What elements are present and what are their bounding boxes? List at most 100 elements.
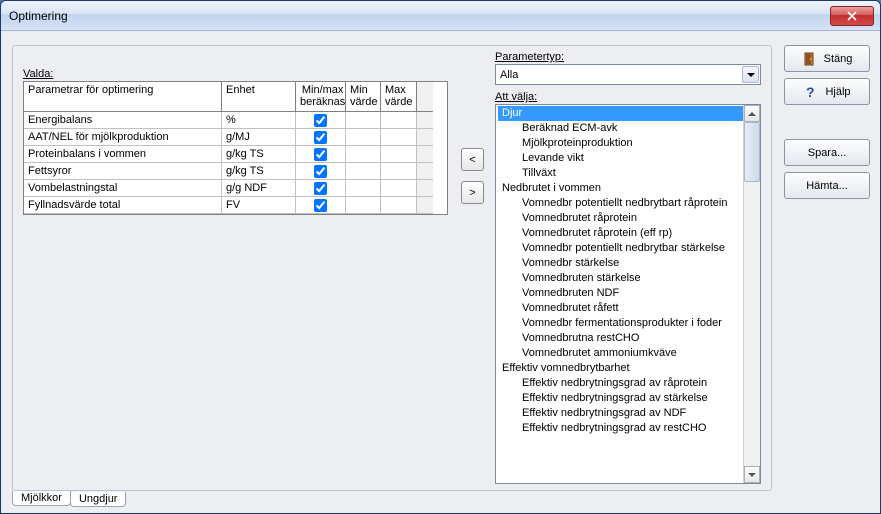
tree-item[interactable]: Vomnedbrutet ammoniumkväve: [498, 346, 758, 361]
cell-param[interactable]: Fyllnadsvärde total: [24, 197, 222, 214]
cell-param[interactable]: Fettsyror: [24, 163, 222, 180]
tree-item[interactable]: Effektiv nedbrytningsgrad av råprotein: [498, 376, 758, 391]
tree-item[interactable]: Effektiv vomnedbrytbarhet: [498, 361, 758, 376]
col-header-minv[interactable]: Min värde: [346, 82, 381, 112]
cell-maxv[interactable]: [381, 146, 417, 163]
tree-item[interactable]: Vomnedbruten NDF: [498, 286, 758, 301]
tab-mjolkkor[interactable]: Mjölkkor: [12, 491, 71, 506]
door-icon: [802, 51, 818, 67]
close-action-button[interactable]: Stäng: [784, 45, 870, 72]
scroll-down-icon[interactable]: [744, 466, 760, 483]
cell-unit[interactable]: FV: [222, 197, 296, 214]
tree-item[interactable]: Vomnedbr fermentationsprodukter i foder: [498, 316, 758, 331]
col-header-minmax[interactable]: Min/max beräknas: [296, 82, 346, 112]
cell-minmax[interactable]: [296, 112, 346, 129]
svg-text:?: ?: [806, 84, 815, 100]
help-button[interactable]: ? Hjälp: [784, 78, 870, 105]
cell-unit[interactable]: g/kg TS: [222, 146, 296, 163]
tree-item[interactable]: Vomnedbruten stärkelse: [498, 271, 758, 286]
cell-minmax[interactable]: [296, 197, 346, 214]
param-type-label: Parametertyp:: [495, 51, 763, 63]
question-icon: ?: [803, 84, 819, 100]
tree-item[interactable]: Levande vikt: [498, 151, 758, 166]
tree-item[interactable]: Vomnedbrutet råprotein: [498, 211, 758, 226]
table-row[interactable]: Fettsyrorg/kg TS: [24, 163, 447, 180]
tree-item[interactable]: Vomnedbrutet råprotein (eff rp): [498, 226, 758, 241]
cell-minv[interactable]: [346, 146, 381, 163]
tree-item[interactable]: Effektiv nedbrytningsgrad av NDF: [498, 406, 758, 421]
cell-param[interactable]: Vombelastningstal: [24, 180, 222, 197]
cell-maxv[interactable]: [381, 163, 417, 180]
cell-scr: [417, 129, 433, 146]
tree-item[interactable]: Vomnedbr potentiellt nedbrytbar stärkels…: [498, 241, 758, 256]
tree-item[interactable]: Beräknad ECM-avk: [498, 121, 758, 136]
tree-item[interactable]: Vomnedbrutet råfett: [498, 301, 758, 316]
titlebar: Optimering: [1, 1, 880, 31]
cell-minv[interactable]: [346, 112, 381, 129]
col-header-param[interactable]: Parametrar för optimering: [24, 82, 222, 112]
save-button[interactable]: Spara...: [784, 139, 870, 166]
cell-maxv[interactable]: [381, 197, 417, 214]
cell-minv[interactable]: [346, 180, 381, 197]
minmax-checkbox[interactable]: [314, 165, 327, 178]
table-row[interactable]: Vombelastningstalg/g NDF: [24, 180, 447, 197]
tree-item[interactable]: Nedbrutet i vommen: [498, 181, 758, 196]
tree-item[interactable]: Vomnedbr stärkelse: [498, 256, 758, 271]
cell-minmax[interactable]: [296, 129, 346, 146]
tree-item[interactable]: Effektiv nedbrytningsgrad av restCHO: [498, 421, 758, 436]
table-row[interactable]: AAT/NEL för mjölkproduktiong/MJ: [24, 129, 447, 146]
cell-unit[interactable]: g/kg TS: [222, 163, 296, 180]
minmax-checkbox[interactable]: [314, 182, 327, 195]
load-button[interactable]: Hämta...: [784, 172, 870, 199]
tree-item[interactable]: Vomnedbrutna restCHO: [498, 331, 758, 346]
table-row[interactable]: Fyllnadsvärde totalFV: [24, 197, 447, 214]
cell-param[interactable]: AAT/NEL för mjölkproduktion: [24, 129, 222, 146]
cell-unit[interactable]: g/g NDF: [222, 180, 296, 197]
minmax-checkbox[interactable]: [314, 131, 327, 144]
cell-minmax[interactable]: [296, 163, 346, 180]
close-button[interactable]: [830, 6, 874, 26]
minmax-checkbox[interactable]: [314, 148, 327, 161]
tree-item[interactable]: Effektiv nedbrytningsgrad av stärkelse: [498, 391, 758, 406]
cell-unit[interactable]: %: [222, 112, 296, 129]
help-label: Hjälp: [825, 86, 850, 98]
parameter-tree[interactable]: DjurBeräknad ECM-avkMjölkproteinprodukti…: [495, 104, 761, 484]
move-left-button[interactable]: <: [461, 148, 484, 171]
cell-param[interactable]: Energibalans: [24, 112, 222, 129]
grid-scroll-head: [417, 82, 433, 112]
cell-minv[interactable]: [346, 197, 381, 214]
tree-item[interactable]: Tillväxt: [498, 166, 758, 181]
cell-minmax[interactable]: [296, 146, 346, 163]
scroll-thumb[interactable]: [744, 122, 760, 182]
col-header-unit[interactable]: Enhet: [222, 82, 296, 112]
window: Optimering Valda: Parametrar för optimer…: [0, 0, 881, 514]
minmax-checkbox[interactable]: [314, 199, 327, 212]
col-header-maxv[interactable]: Max värde: [381, 82, 417, 112]
side-buttons: Stäng ? Hjälp Spara... Hämta...: [784, 45, 870, 199]
selected-grid[interactable]: Parametrar för optimering Enhet Min/max …: [23, 81, 448, 215]
cell-minmax[interactable]: [296, 180, 346, 197]
tree-scrollbar[interactable]: [743, 105, 760, 483]
content-area: Valda: Parametrar för optimering Enhet M…: [1, 31, 880, 513]
chevron-down-icon[interactable]: [742, 66, 759, 83]
table-row[interactable]: Proteinbalans i vommeng/kg TS: [24, 146, 447, 163]
grid-header: Parametrar för optimering Enhet Min/max …: [24, 82, 447, 112]
cell-unit[interactable]: g/MJ: [222, 129, 296, 146]
tree-item[interactable]: Vomnedbr potentiellt nedbrytbart råprote…: [498, 196, 758, 211]
cell-minv[interactable]: [346, 129, 381, 146]
close-icon: [847, 11, 857, 21]
table-row[interactable]: Energibalans%: [24, 112, 447, 129]
tab-ungdjur[interactable]: Ungdjur: [70, 492, 127, 507]
tree-item[interactable]: Djur: [498, 106, 758, 121]
cell-minv[interactable]: [346, 163, 381, 180]
cell-maxv[interactable]: [381, 112, 417, 129]
cell-param[interactable]: Proteinbalans i vommen: [24, 146, 222, 163]
cell-maxv[interactable]: [381, 180, 417, 197]
cell-maxv[interactable]: [381, 129, 417, 146]
move-right-button[interactable]: >: [461, 181, 484, 204]
minmax-checkbox[interactable]: [314, 114, 327, 127]
left-panel: Valda: Parametrar för optimering Enhet M…: [23, 68, 448, 215]
scroll-up-icon[interactable]: [744, 105, 760, 122]
tree-item[interactable]: Mjölkproteinproduktion: [498, 136, 758, 151]
param-type-combo[interactable]: Alla: [495, 64, 761, 85]
